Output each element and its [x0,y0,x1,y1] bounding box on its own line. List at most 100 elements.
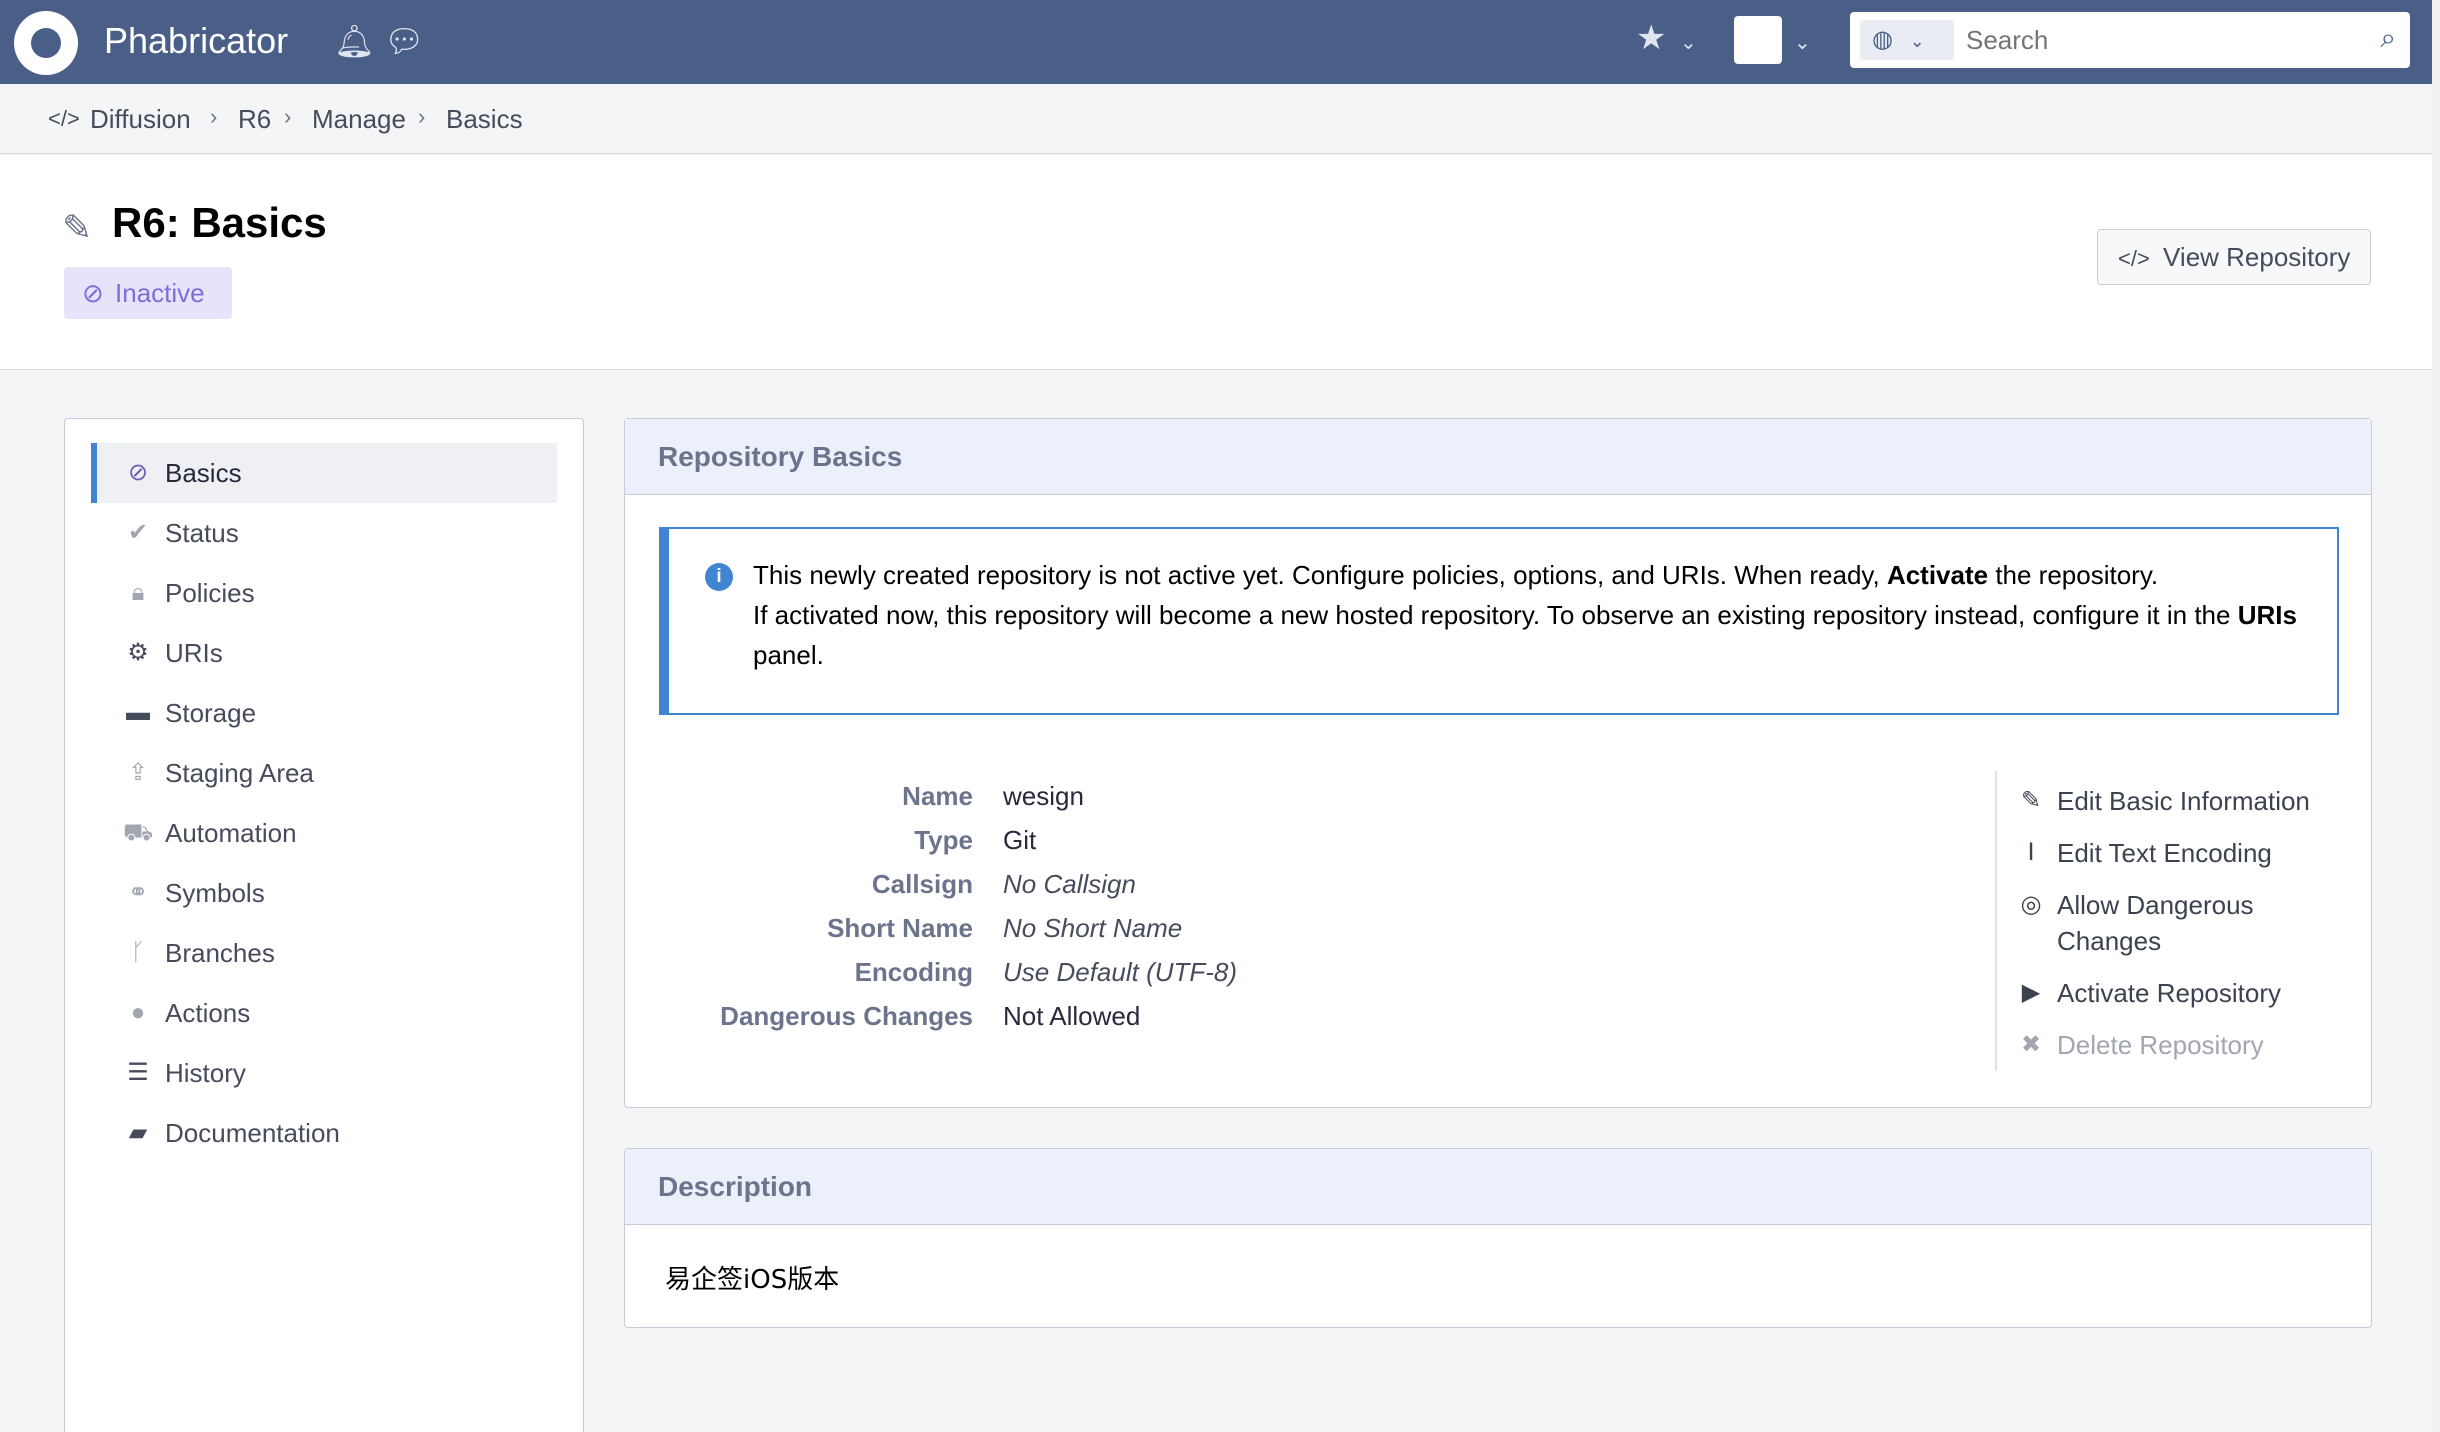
info-notice: i This newly created repository is not a… [659,527,2339,715]
property-value: Not Allowed [1003,1001,1141,1031]
status-badge: ⊘ Inactive [64,267,232,319]
sidebar-item-label: Automation [165,818,297,848]
search-scope-button[interactable]: ◍ ⌄ [1860,20,1954,60]
search-input[interactable] [1966,20,2346,60]
sidebar-item-storage[interactable]: ▬ Storage [91,683,557,743]
search-box: ◍ ⌄ ⌕ [1850,12,2410,68]
ban-icon: ⊘ [82,278,104,308]
pencil-icon: ✎ [62,207,93,248]
ban-icon: ⊘ [127,459,149,486]
phabricator-logo-icon[interactable] [14,11,78,75]
sidebar-item-history[interactable]: ☰ History [91,1043,557,1103]
notice-line1-end: the repository. [1988,560,2159,590]
description-text: 易企签iOS版本 [665,1265,840,1295]
brand-name[interactable]: Phabricator [104,20,288,62]
chevron-right-icon: › [418,104,426,129]
property-value: Use Default (UTF-8) [1003,957,1238,987]
sidebar-item-label: Documentation [165,1118,340,1148]
page-title: R6: Basics [112,199,327,246]
sidebar-item-automation[interactable]: ⛟ Automation [91,803,557,863]
edit-text-encoding-action[interactable]: Ⅰ Edit Text Encoding [2017,835,2327,871]
sidebar-item-label: Status [165,518,239,548]
sidebar-item-documentation[interactable]: ▰ Documentation [91,1103,557,1163]
sidebar-item-status[interactable]: ✔ Status [91,503,557,563]
text-cursor-icon: Ⅰ [2027,839,2035,866]
property-value: No Callsign [1003,869,1136,899]
property-label: Dangerous Changes [720,1001,973,1031]
property-label: Type [914,825,973,855]
edit-basic-information-action[interactable]: ✎ Edit Basic Information [2017,783,2327,819]
chevron-down-icon[interactable]: ⌄ [1794,30,1811,55]
sidebar-item-symbols[interactable]: ⚭ Symbols [91,863,557,923]
scrollbar[interactable] [2432,0,2440,1432]
breadcrumb-manage[interactable]: Manage [312,104,406,135]
sidebar-item-label: Storage [165,698,257,728]
panel-title: Repository Basics [625,419,2371,495]
sidebar-item-label: Policies [165,578,255,608]
activate-repository-action[interactable]: ▶ Activate Repository [2017,975,2327,1011]
sidebar-item-label: URIs [165,638,223,668]
view-repository-label: View Repository [2163,242,2351,272]
notice-line2-end: panel. [753,640,824,670]
sidebar-item-policies[interactable]: 🔒︎ Policies [91,563,557,623]
property-value: Git [1003,825,1037,855]
bell-icon[interactable]: 🔔︎ [334,22,375,60]
allow-dangerous-changes-action[interactable]: ◎ Allow Dangerous Changes [2017,887,2327,959]
sidebar-item-label: Basics [165,458,242,488]
gears-icon: ⚙ [127,639,149,666]
sidebar: ⊘ Basics ✔ Status 🔒︎ Policies ⚙ URIs ▬ S… [64,418,584,1432]
action-label: Allow Dangerous Changes [2057,890,2254,956]
property-label: Name [902,781,973,811]
sidebar-item-uris[interactable]: ⚙ URIs [91,623,557,683]
check-icon: ✔ [127,519,149,546]
chevron-down-icon[interactable]: ⌄ [1680,30,1697,55]
notice-line1: This newly created repository is not act… [753,560,1887,590]
panel-title: Description [625,1149,2371,1225]
notice-text: This newly created repository is not act… [753,555,2323,675]
repository-basics-panel: Repository Basics i This newly created r… [624,418,2372,1108]
link-icon: ⚭ [127,879,149,906]
sidebar-item-label: Branches [165,938,275,968]
sidebar-item-label: Staging Area [165,758,314,788]
page-header: ✎ R6: Basics ⊘ Inactive </> View Reposit… [0,155,2440,370]
sidebar-item-label: Symbols [165,878,265,908]
sidebar-item-branches[interactable]: ᚴ Branches [91,923,557,983]
sidebar-item-actions[interactable]: ● Actions [91,983,557,1043]
sidebar-item-staging-area[interactable]: ⇪ Staging Area [91,743,557,803]
chevron-right-icon: › [284,104,292,129]
book-icon: ▰ [128,1119,148,1146]
star-icon[interactable]: ★ [1636,18,1666,58]
property-label: Callsign [871,869,973,899]
chevron-down-icon: ⌄ [1909,31,1925,51]
action-label: Delete Repository [2057,1030,2264,1060]
top-bar: Phabricator 🔔︎ 💬︎ ★ ⌄ ⌄ ◍ ⌄ ⌕ [0,0,2440,84]
breadcrumb-diffusion[interactable]: Diffusion [90,104,191,135]
breadcrumb: </> Diffusion › R6 › Manage › Basics [0,84,2440,154]
bullseye-icon: ◎ [2020,891,2042,918]
branch-icon: ᚴ [130,939,146,966]
sidebar-item-label: History [165,1058,246,1088]
breadcrumb-r6[interactable]: R6 [238,104,271,135]
notice-line2: If activated now, this repository will b… [753,600,2238,630]
close-icon: ✖ [2020,1031,2042,1058]
folder-icon: ▬ [126,699,150,726]
avatar[interactable] [1734,16,1782,64]
property-value: No Short Name [1003,913,1183,943]
property-label: Encoding [854,957,973,987]
comment-icon: ● [130,999,146,1026]
list-icon: ☰ [127,1059,149,1086]
sidebar-item-basics[interactable]: ⊘ Basics [91,443,557,503]
pencil-icon: ✎ [2020,787,2042,814]
chevron-right-icon: › [210,104,218,129]
upload-icon: ⇪ [127,759,149,786]
code-icon: </> [48,106,80,131]
action-label: Edit Basic Information [2057,786,2310,816]
globe-icon: ◍ [1872,26,1893,53]
delete-repository-action: ✖ Delete Repository [2017,1027,2327,1063]
breadcrumb-basics[interactable]: Basics [446,104,523,135]
action-label: Edit Text Encoding [2057,838,2272,868]
chat-icon[interactable]: 💬︎ [384,22,425,60]
action-label: Activate Repository [2057,978,2281,1008]
view-repository-button[interactable]: </> View Repository [2097,229,2371,285]
search-icon[interactable]: ⌕ [2380,22,2396,55]
